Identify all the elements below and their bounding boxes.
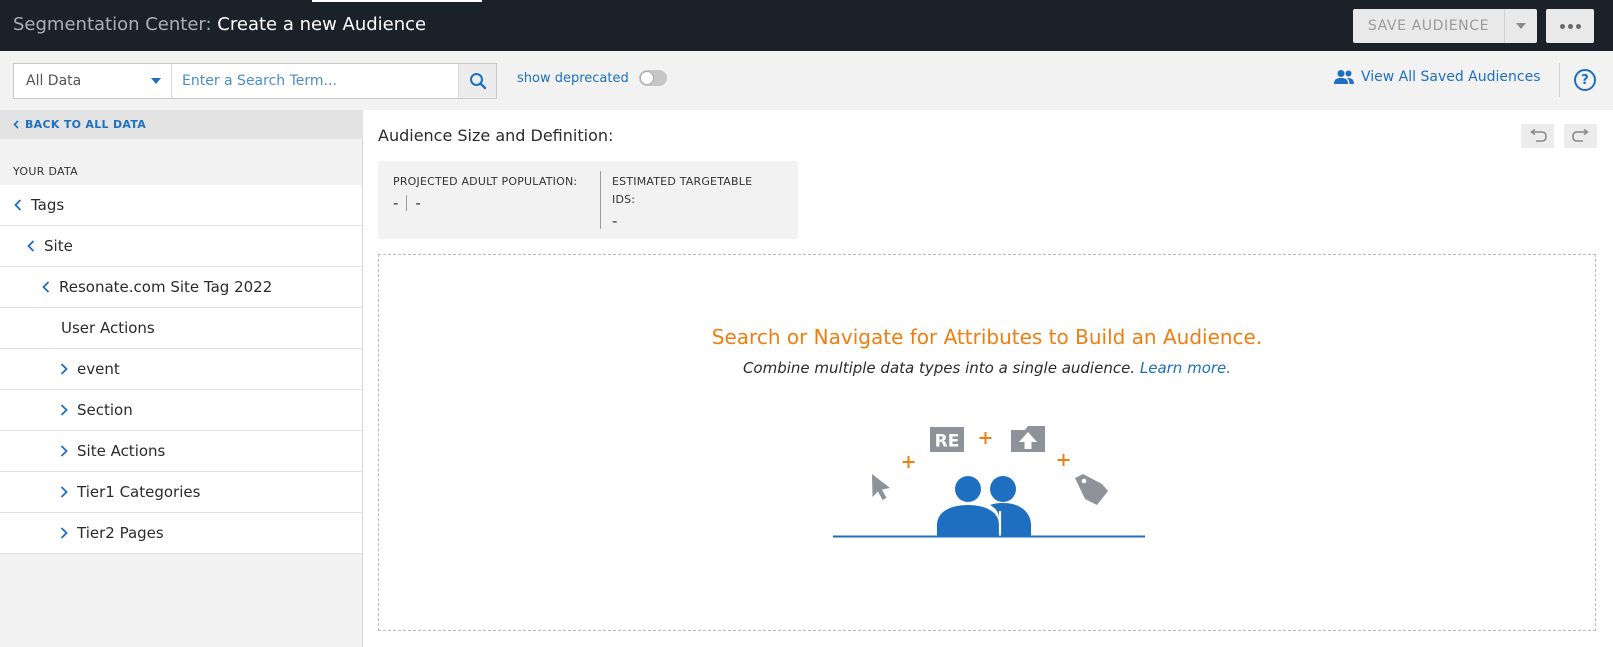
audience-size-heading: Audience Size and Definition:: [378, 126, 614, 145]
top-accent-line: [312, 0, 482, 2]
dataset-select-value: All Data: [26, 73, 82, 89]
tree-item-label: Site Actions: [77, 442, 166, 460]
toggle-knob: [639, 71, 654, 85]
estimated-targetable-ids: ESTIMATED TARGETABLE IDS: -: [612, 173, 772, 230]
cursor-icon: [872, 474, 890, 500]
re-badge-icon: RE: [930, 427, 964, 452]
chevron-left-icon: [27, 240, 35, 252]
tree-item-label: Tags: [31, 196, 65, 214]
value-divider: [406, 195, 408, 211]
plus-icon: [979, 432, 992, 444]
undo-icon: [1529, 129, 1547, 142]
page-title-main: Create a new Audience: [217, 14, 427, 35]
plus-icon: [902, 456, 915, 468]
chevron-right-icon: [60, 404, 68, 416]
tree-item-label: Site: [44, 237, 73, 255]
search-box: All Data: [13, 63, 497, 99]
caret-down-icon: [1516, 23, 1526, 29]
show-deprecated-label: show deprecated: [517, 70, 629, 86]
tree-item-user-actions: User Actions: [0, 308, 362, 349]
projected-adult-population: PROJECTED ADULT POPULATION: - -: [393, 173, 583, 212]
chevron-right-icon: [60, 445, 68, 457]
tree-item-tags[interactable]: Tags: [0, 185, 362, 226]
main-panel: Audience Size and Definition: PROJECTED …: [364, 110, 1613, 647]
undo-button[interactable]: [1521, 124, 1554, 148]
save-audience-button[interactable]: SAVE AUDIENCE: [1353, 9, 1537, 43]
show-deprecated-toggle[interactable]: [638, 70, 667, 86]
more-options-button[interactable]: [1546, 9, 1594, 43]
people-icon: [937, 476, 1031, 536]
back-to-all-data-label: BACK TO ALL DATA: [25, 118, 147, 131]
more-dot: [1567, 23, 1573, 29]
plus-icon: [1057, 454, 1070, 466]
estimated-targetable-ids-values: -: [612, 212, 772, 230]
chevron-right-icon: [60, 486, 68, 498]
toolbar-divider: [1559, 63, 1560, 97]
audience-builder-dropzone[interactable]: Search or Navigate for Attributes to Bui…: [378, 254, 1596, 631]
estimated-targetable-ids-label: ESTIMATED TARGETABLE IDS:: [612, 175, 753, 206]
tree-item-label: Tier2 Pages: [77, 524, 164, 542]
show-deprecated: show deprecated: [517, 70, 667, 86]
search-toolbar: All Data show deprecated View All Saved …: [0, 51, 1613, 110]
audience-illustration: RE: [833, 426, 1145, 538]
chevron-right-icon: [60, 527, 68, 539]
tree-item-label: Tier1 Categories: [77, 483, 201, 501]
stats-divider: [600, 171, 601, 229]
search-icon: [469, 73, 486, 90]
chevron-right-icon: [60, 363, 68, 375]
search-input[interactable]: [172, 64, 458, 98]
save-options-caret[interactable]: [1505, 23, 1537, 29]
empty-state-title: Search or Navigate for Attributes to Bui…: [711, 325, 1263, 349]
empty-state-subtitle: Combine multiple data types into a singl…: [379, 359, 1595, 377]
more-horizontal-icon: [1559, 23, 1565, 29]
view-all-saved-audiences-link[interactable]: View All Saved Audiences: [1333, 69, 1541, 85]
top-bar: Segmentation Center: Create a new Audien…: [0, 0, 1613, 51]
page-title-prefix: Segmentation Center:: [13, 14, 212, 35]
help-icon[interactable]: ?: [1574, 69, 1596, 91]
search-button[interactable]: [458, 64, 496, 98]
tree-item-site-tag[interactable]: Resonate.com Site Tag 2022: [0, 267, 362, 308]
tree-item-label: Resonate.com Site Tag 2022: [59, 278, 273, 296]
page-title: Segmentation Center: Create a new Audien…: [13, 14, 426, 35]
tag-icon: [1075, 474, 1108, 505]
projected-adult-population-value: -: [393, 194, 399, 212]
tree-item-tier1-categories[interactable]: Tier1 Categories: [0, 472, 362, 513]
redo-icon: [1571, 129, 1589, 142]
projected-adult-population-label: PROJECTED ADULT POPULATION:: [393, 175, 578, 188]
chevron-left-icon: [42, 281, 50, 293]
tree-item-tier2-pages[interactable]: Tier2 Pages: [0, 513, 362, 554]
chevron-left-icon: [13, 120, 19, 129]
projected-adult-population-values: - -: [393, 194, 583, 212]
tree-item-site-actions[interactable]: Site Actions: [0, 431, 362, 472]
learn-more-link[interactable]: Learn more.: [1140, 359, 1231, 377]
tree-item-label: User Actions: [61, 319, 155, 337]
your-data-heading: YOUR DATA: [13, 165, 79, 178]
empty-state-subtitle-text: Combine multiple data types into a singl…: [742, 359, 1136, 377]
tree-item-site[interactable]: Site: [0, 226, 362, 267]
re-badge-text: RE: [935, 432, 960, 452]
tree-item-label: event: [77, 360, 120, 378]
view-all-saved-audiences-label: View All Saved Audiences: [1361, 69, 1541, 85]
projected-adult-population-percent: -: [415, 194, 421, 212]
back-to-all-data-link[interactable]: BACK TO ALL DATA: [0, 110, 363, 139]
more-dot: [1575, 23, 1581, 29]
chevron-left-icon: [14, 199, 22, 211]
sidebar: BACK TO ALL DATA YOUR DATA Tags Site Res…: [0, 110, 363, 647]
tree-item-event[interactable]: event: [0, 349, 362, 390]
dataset-select[interactable]: All Data: [14, 64, 172, 98]
audience-stats: PROJECTED ADULT POPULATION: - - ESTIMATE…: [378, 161, 798, 239]
caret-down-icon: [151, 78, 161, 84]
save-audience-label: SAVE AUDIENCE: [1353, 9, 1505, 43]
upload-folder-icon: [1011, 426, 1045, 452]
data-tree: Tags Site Resonate.com Site Tag 2022 Use…: [0, 185, 362, 554]
users-icon: [1334, 70, 1354, 84]
estimated-targetable-ids-value: -: [612, 212, 618, 230]
tree-item-section[interactable]: Section: [0, 390, 362, 431]
redo-button[interactable]: [1564, 124, 1597, 148]
tree-item-label: Section: [77, 401, 133, 419]
